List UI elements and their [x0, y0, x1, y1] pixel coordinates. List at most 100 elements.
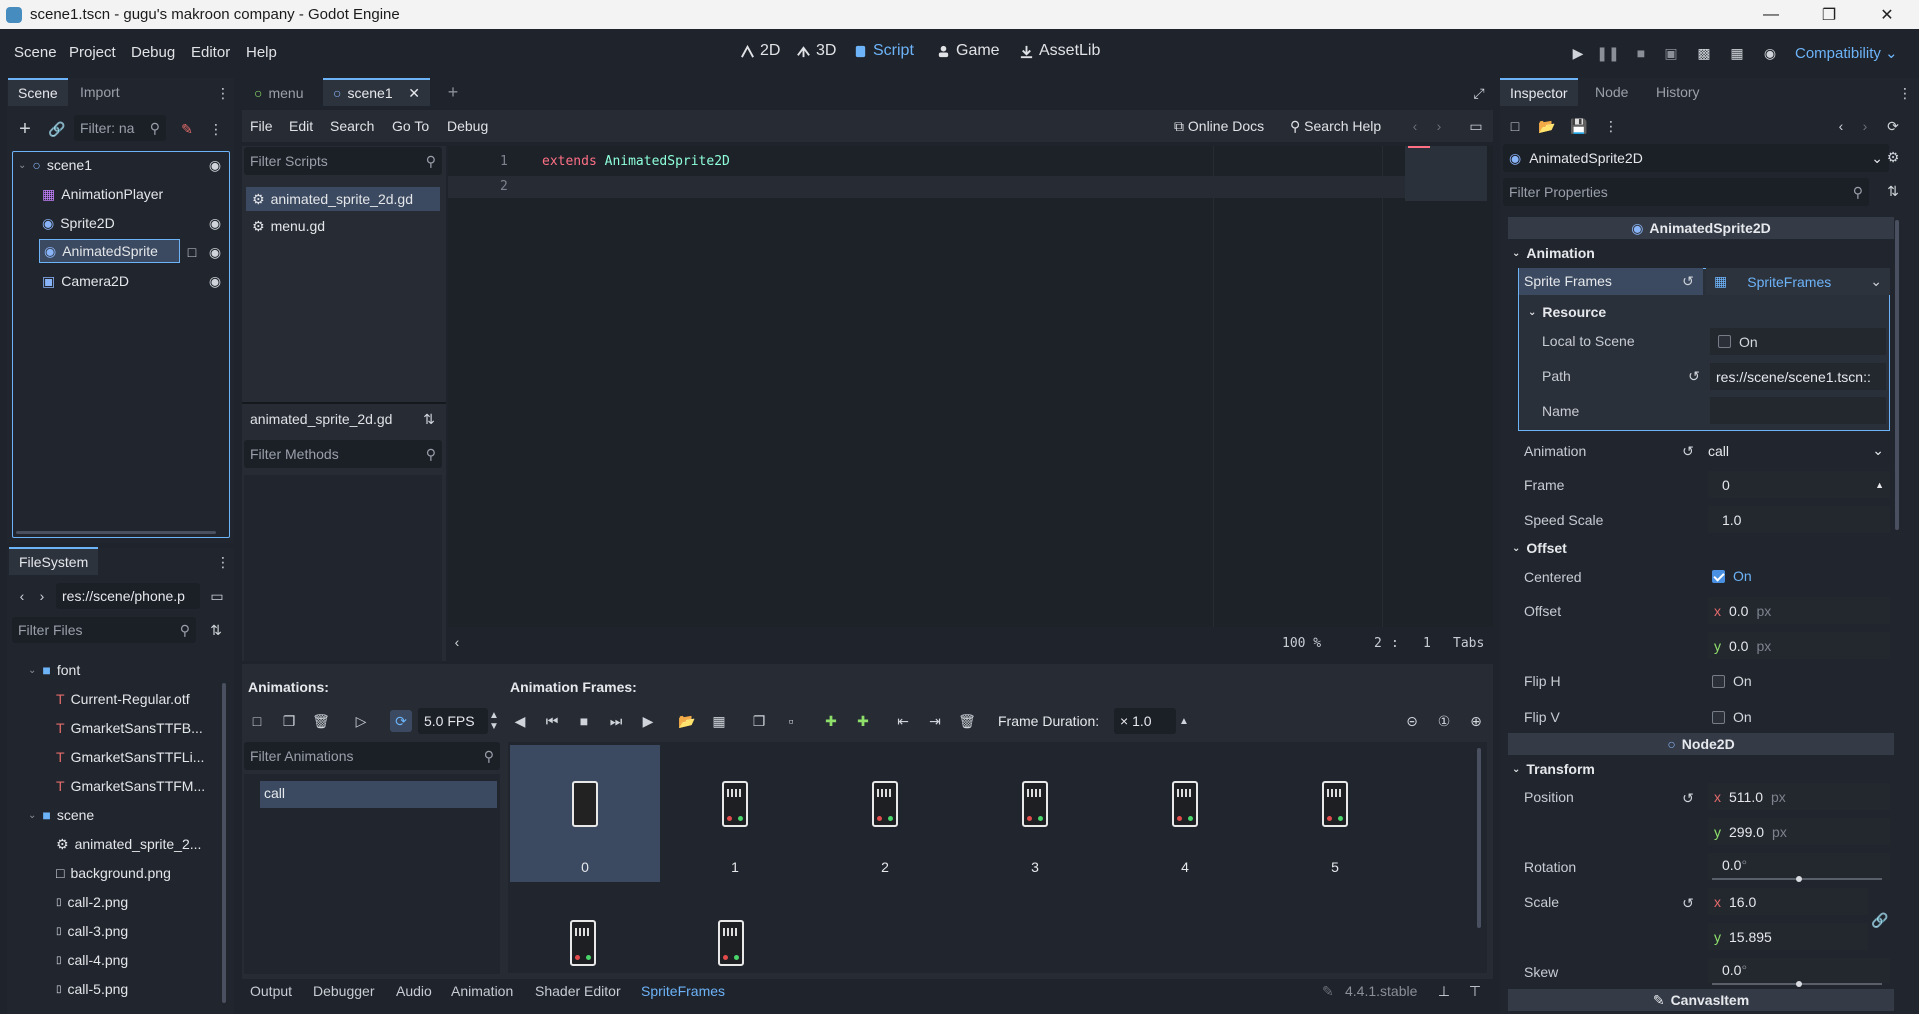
attach-script-icon[interactable]: ✎ [176, 118, 198, 140]
zoom-reset-icon[interactable]: ① [1435, 712, 1453, 730]
fs-file[interactable]: ▯ call-2.png [56, 891, 128, 913]
frame-item[interactable]: 5 [1260, 745, 1410, 882]
zoom-in-icon[interactable]: ⊕ [1467, 712, 1485, 730]
centered-checkbox[interactable]: On [1712, 568, 1752, 584]
delete-animation-icon[interactable]: 🗑 [312, 712, 330, 730]
duplicate-animation-icon[interactable]: ❐ [280, 712, 298, 730]
visibility-eye-icon[interactable]: ◉ [206, 244, 224, 260]
filesystem-filter-input[interactable]: Filter Files ⚲ [12, 617, 196, 643]
object-tools-icon[interactable]: ⚙ [1884, 148, 1902, 166]
link-scale-icon[interactable]: 🔗 [1871, 912, 1888, 928]
rotation-slider-track[interactable] [1712, 876, 1882, 882]
back-arrow-icon[interactable]: ‹ [1834, 117, 1848, 135]
frame-item[interactable]: 0 [510, 745, 660, 882]
script-menu-debug[interactable]: Debug [447, 118, 488, 134]
paste-frame-icon[interactable]: ▫ [783, 712, 799, 730]
add-node-icon[interactable]: + [14, 118, 36, 140]
play-from-start-icon[interactable]: ⏭ [608, 712, 624, 730]
play-icon[interactable]: ▶ [1568, 43, 1588, 63]
flip-h-checkbox[interactable]: On [1712, 673, 1752, 689]
search-help-button[interactable]: ⚲ Search Help [1290, 118, 1381, 135]
minimap[interactable] [1405, 146, 1487, 201]
animation-dropdown[interactable]: call ⌄ [1708, 437, 1890, 464]
menu-scene[interactable]: Scene [14, 44, 57, 61]
frame-spinbox[interactable]: 0 ▲ [1708, 471, 1890, 498]
sort-icon[interactable]: ⇅ [420, 410, 438, 428]
visibility-eye-icon[interactable]: ◉ [206, 215, 224, 231]
fs-file[interactable]: T GmarketSansTTFLi... [56, 746, 204, 768]
play-backwards-icon[interactable]: ◀ [512, 712, 528, 730]
workspace-script[interactable]: Script [853, 42, 914, 60]
revert-icon[interactable]: ↺ [1680, 443, 1696, 459]
tree-node-animationplayer[interactable]: ▦ AnimationPlayer [42, 183, 163, 205]
renderer-selector[interactable]: Compatibility ⌄ [1795, 44, 1898, 62]
bottom-tab-output[interactable]: Output [250, 983, 292, 999]
sort-icon[interactable]: ⇅ [206, 620, 226, 640]
script-menu-edit[interactable]: Edit [289, 118, 313, 134]
section-transform[interactable]: ⌄ Transform [1508, 757, 1894, 781]
flip-v-checkbox[interactable]: On [1712, 709, 1752, 725]
split-view-icon[interactable]: ▭ [208, 587, 226, 605]
frame-item[interactable]: 1 [660, 745, 810, 882]
insert-before-icon[interactable]: ✚ [823, 712, 839, 730]
scene-filter-input[interactable]: Filter: na ⚲ [74, 115, 166, 141]
frame-item[interactable]: 3 [960, 745, 1110, 882]
script-item-animated-sprite[interactable]: ⚙ animated_sprite_2d.gd [246, 187, 440, 211]
add-frames-from-sheet-icon[interactable]: ▦ [711, 712, 727, 730]
bottom-tab-animation[interactable]: Animation [451, 983, 513, 999]
script-menu-file[interactable]: File [250, 118, 273, 134]
code-line-1[interactable]: extends AnimatedSprite2D [542, 154, 730, 169]
maximize-button[interactable]: ❐ [1800, 0, 1858, 29]
pause-icon[interactable]: ❚❚ [1596, 43, 1619, 63]
scale-x-input[interactable]: x 16.0 [1708, 888, 1868, 915]
indent-mode[interactable]: Tabs [1453, 636, 1484, 651]
back-arrow-icon[interactable]: ‹ [1408, 117, 1422, 135]
fps-spinbox[interactable]: 5.0 FPS [418, 708, 488, 734]
tree-node-animatedsprite[interactable]: ◉ AnimatedSprite [39, 239, 180, 263]
slider-knob[interactable] [1796, 876, 1802, 882]
tab-history[interactable]: History [1646, 78, 1710, 106]
skew-slider[interactable]: 0.0 ° [1708, 958, 1890, 983]
frame-item[interactable]: 2 [810, 745, 960, 882]
play-custom-scene-icon[interactable]: ▦ [1727, 43, 1747, 63]
play-icon[interactable]: ▶ [640, 712, 656, 730]
tab-import[interactable]: Import [70, 78, 130, 106]
zoom-out-icon[interactable]: ⊝ [1403, 712, 1421, 730]
save-resource-icon[interactable]: 💾 [1570, 117, 1588, 135]
tab-menu[interactable]: ○ menu [244, 79, 314, 107]
link-icon[interactable]: 🔗 [46, 118, 68, 140]
move-right-icon[interactable]: ⇥ [927, 712, 943, 730]
fs-file[interactable]: ▯ call-4.png [56, 949, 128, 971]
close-window-button[interactable]: ✕ [1858, 0, 1916, 29]
position-x-input[interactable]: x 511.0 px [1708, 783, 1890, 810]
loop-icon[interactable]: ⟳ [390, 710, 412, 732]
fs-file[interactable]: □ background.png [56, 862, 171, 884]
bottom-tab-audio[interactable]: Audio [396, 983, 432, 999]
frame-duration-stepper-icon[interactable]: ▲ [1178, 706, 1190, 736]
menu-debug[interactable]: Debug [131, 44, 175, 61]
scene-menu-icon[interactable]: ⋮ [208, 118, 224, 140]
slider-knob[interactable] [1796, 981, 1802, 987]
stop-icon[interactable]: ■ [1631, 43, 1651, 63]
tree-node-sprite2d[interactable]: ◉ Sprite2D [42, 212, 115, 234]
version-label[interactable]: 4.4.1.stable [1345, 983, 1417, 999]
menu-project[interactable]: Project [69, 44, 116, 61]
delete-frame-icon[interactable]: 🗑 [958, 712, 976, 730]
move-left-icon[interactable]: ⇤ [895, 712, 911, 730]
zoom-level[interactable]: 100 % [1282, 636, 1321, 651]
online-docs-button[interactable]: ⧉ Online Docs [1174, 118, 1264, 135]
play-current-scene-icon[interactable]: ▩ [1694, 43, 1714, 63]
back-arrow-icon[interactable]: ‹ [14, 587, 30, 605]
filesystem-scrollbar[interactable] [222, 683, 226, 1003]
fs-file[interactable]: T GmarketSansTTFB... [56, 717, 203, 739]
stop-icon[interactable]: ■ [576, 712, 592, 730]
frames-scrollbar[interactable] [1477, 748, 1481, 928]
tab-inspector[interactable]: Inspector [1500, 78, 1578, 106]
tree-node-scene1[interactable]: ⌄ ○ scene1 [18, 154, 92, 176]
copy-frame-icon[interactable]: ❐ [751, 712, 767, 730]
filter-scripts-input[interactable]: Filter Scripts ⚲ [244, 147, 442, 175]
workspace-2d[interactable]: 2D [740, 42, 780, 60]
inspector-scrollbar[interactable] [1895, 220, 1899, 530]
name-input[interactable] [1710, 397, 1886, 424]
bottom-tab-spriteframes[interactable]: SpriteFrames [641, 983, 725, 999]
